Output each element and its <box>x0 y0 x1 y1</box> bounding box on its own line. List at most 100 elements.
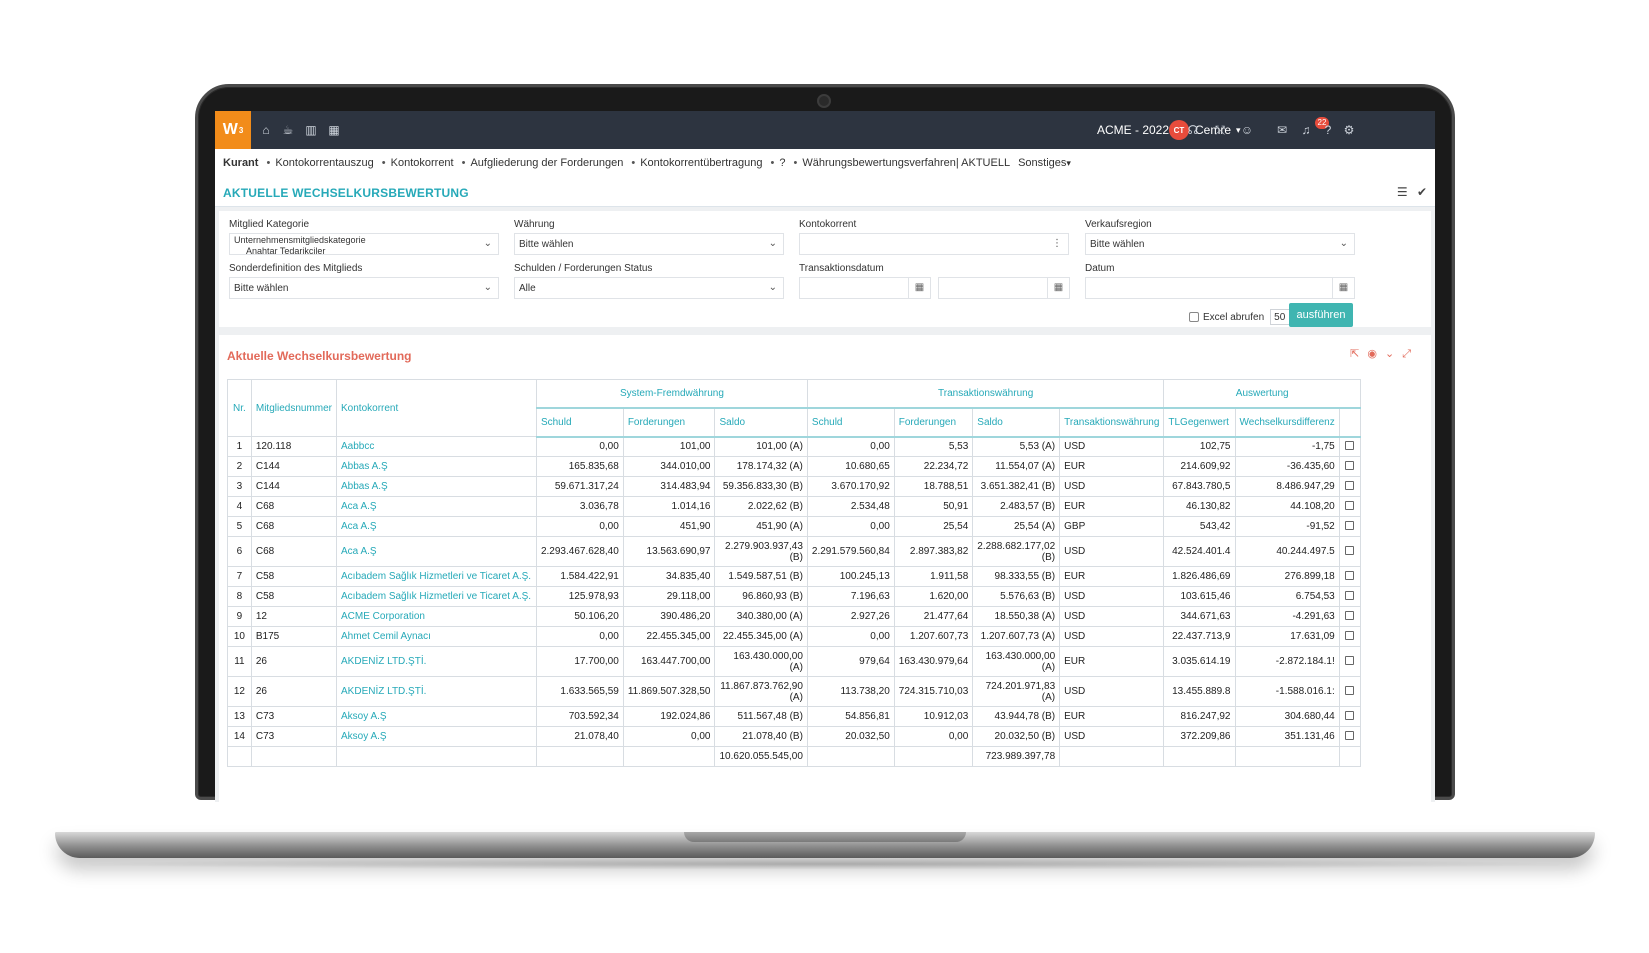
table-row[interactable]: 6 C68 Aca A.Ş 2.293.467.628,40 13.563.690,97… <box>227 536 1362 567</box>
table-row[interactable]: 10.620.055.545,00 723.989.397,78 <box>227 746 1362 767</box>
smiley-icon[interactable]: ☺ <box>1240 123 1254 137</box>
bar-chart-icon[interactable]: ▥ <box>304 123 318 137</box>
member-category-select[interactable]: Unternehmensmitgliedskategorie Anahtar T… <box>229 233 499 255</box>
row-checkbox[interactable] <box>1345 500 1355 510</box>
home-icon[interactable]: ⌂ <box>259 123 273 137</box>
run-button[interactable]: ausführen <box>1289 303 1353 327</box>
breadcrumb-item-kontokorrent[interactable]: Kontokorrent <box>391 157 454 169</box>
row-checkbox[interactable] <box>1345 480 1355 490</box>
row-checkbox[interactable] <box>1345 590 1355 600</box>
calendar-icon[interactable]: ▦ <box>327 123 341 137</box>
table-row[interactable]: 2 C144 Abbas A.Ş 165.835,68 344.010,00 178.17… <box>227 456 1362 477</box>
cell-account[interactable]: Abbas A.Ş <box>336 456 537 477</box>
col-tr-debt[interactable]: Schuld <box>806 407 895 438</box>
table-row[interactable]: 7 C58 Acıbadem Sağlık Hizmetleri ve Ticare… <box>227 566 1362 587</box>
transaction-date-from[interactable]: ▦ <box>799 277 931 299</box>
transaction-date-to[interactable]: ▦ <box>938 277 1070 299</box>
debt-status-select[interactable]: Alle ⌄ <box>514 277 784 299</box>
row-checkbox[interactable] <box>1345 570 1355 580</box>
row-checkbox[interactable] <box>1345 655 1355 665</box>
row-checkbox[interactable] <box>1345 460 1355 470</box>
headset-icon[interactable]: ☊ <box>1186 123 1200 137</box>
col-account[interactable]: Kontokorrent <box>336 379 537 437</box>
chat-icon[interactable]: ✉ <box>1275 123 1289 137</box>
col-tl-value[interactable]: TLGegenwert <box>1163 407 1236 438</box>
col-tr-credit[interactable]: Forderungen <box>893 407 974 438</box>
breadcrumb-item-kontokorrentauszug[interactable]: Kontokorrentauszug <box>275 157 373 169</box>
excel-checkbox[interactable] <box>1189 312 1199 322</box>
bell-icon[interactable]: ♫ <box>1299 123 1313 137</box>
table-row[interactable]: 10 B175 Ahmet Cemil Aynacı 0,00 22.455.345,0… <box>227 626 1362 647</box>
table-row[interactable]: 4 C68 Aca A.Ş 3.036,78 1.014,16 2.022,62 (B) 2… <box>227 496 1362 517</box>
table-row[interactable]: 3 C144 Abbas A.Ş 59.671.317,24 314.483,94 59.… <box>227 476 1362 497</box>
coffee-icon[interactable]: ☕ <box>281 123 295 137</box>
row-checkbox[interactable] <box>1345 610 1355 620</box>
table-row[interactable]: 14 C73 Aksoy A.Ş 21.078,40 0,00 21.078,40 (B)… <box>227 726 1362 747</box>
help-icon[interactable]: ? <box>1321 123 1335 137</box>
breadcrumb-item-aufgliederung[interactable]: Aufgliederung der Forderungen <box>470 157 623 169</box>
cell-account[interactable]: ACME Corporation <box>336 606 537 627</box>
cell-account[interactable]: Aabbcc <box>336 436 537 457</box>
more-menu[interactable]: Sonstiges▾ <box>1018 157 1071 169</box>
member-special-label: Sonderdefinition des Mitglieds <box>229 263 363 274</box>
col-sys-credit[interactable]: Forderungen <box>622 407 716 438</box>
cell-account[interactable]: Acıbadem Sağlık Hizmetleri ve Ticaret A.… <box>336 586 537 607</box>
check-icon[interactable]: ✔ <box>1417 185 1427 199</box>
breadcrumb-item-help[interactable]: ? <box>779 157 785 169</box>
cell-account[interactable]: Ahmet Cemil Aynacı <box>336 626 537 647</box>
cell-account[interactable]: Aksoy A.Ş <box>336 706 537 727</box>
member-special-select[interactable]: Bitte wählen ⌄ <box>229 277 499 299</box>
col-member-no[interactable]: Mitgliedsnummer <box>250 379 338 437</box>
gear-icon[interactable]: ⚙ <box>1342 123 1356 137</box>
col-tr-currency[interactable]: Transaktionswährung <box>1059 407 1165 438</box>
calendar-icon[interactable]: ▦ <box>1047 278 1069 298</box>
cell-account[interactable]: Aca A.Ş <box>336 536 537 567</box>
account-input[interactable]: ⋮ <box>799 233 1069 255</box>
table-row[interactable]: 8 C58 Acıbadem Sağlık Hizmetleri ve Ticare… <box>227 586 1362 607</box>
calendar-icon[interactable]: ▦ <box>1332 278 1354 298</box>
col-nr[interactable]: Nr. <box>227 379 252 437</box>
breadcrumb-item-uebertragung[interactable]: Kontokorrentübertragung <box>640 157 762 169</box>
row-checkbox[interactable] <box>1345 685 1355 695</box>
date-input[interactable]: ▦ <box>1085 277 1355 299</box>
table-row[interactable]: 11 26 AKDENİZ LTD.ŞTİ. 17.700,00 163.447.700… <box>227 646 1362 677</box>
col-tr-balance[interactable]: Saldo <box>972 407 1061 438</box>
kebab-menu-icon[interactable]: ⋮ <box>1052 238 1062 249</box>
cell-account[interactable]: Aksoy A.Ş <box>336 726 537 747</box>
row-checkbox[interactable] <box>1345 630 1355 640</box>
table-row[interactable]: 1 120.118 Aabbcc 0,00 101,00 101,00 (A) 0,00 5,… <box>227 436 1362 457</box>
cell-member: B175 <box>250 626 338 647</box>
table-row[interactable]: 12 26 AKDENİZ LTD.ŞTİ. 1.633.565,59 11.869.5… <box>227 676 1362 707</box>
cell-account[interactable]: AKDENİZ LTD.ŞTİ. <box>336 646 537 677</box>
chevron-down-icon[interactable]: ⌄ <box>1385 348 1402 360</box>
cell-account[interactable]: Aca A.Ş <box>336 516 537 537</box>
row-checkbox[interactable] <box>1345 545 1355 555</box>
row-checkbox[interactable] <box>1345 440 1355 450</box>
table-row[interactable]: 9 12 ACME Corporation 50.106,20 390.486,20 34… <box>227 606 1362 627</box>
row-checkbox[interactable] <box>1345 730 1355 740</box>
list-icon[interactable]: ☰ <box>1397 185 1408 199</box>
region-select[interactable]: Bitte wählen ⌄ <box>1085 233 1355 255</box>
currency-select[interactable]: Bitte wählen ⌄ <box>514 233 784 255</box>
calendar-icon[interactable]: ▦ <box>908 278 930 298</box>
cell-account[interactable]: Aca A.Ş <box>336 496 537 517</box>
expand-icon[interactable]: ⤢ <box>1402 348 1419 360</box>
row-checkbox[interactable] <box>1345 710 1355 720</box>
cell-account[interactable]: AKDENİZ LTD.ŞTİ. <box>336 676 537 707</box>
row-checkbox[interactable] <box>1345 520 1355 530</box>
export-icon[interactable]: ⇱ <box>1350 348 1367 360</box>
col-sys-balance[interactable]: Saldo <box>714 407 808 438</box>
breadcrumb-item-kurant[interactable]: Kurant <box>223 157 258 169</box>
company-selector[interactable]: ACME - 2022 <box>1097 111 1169 149</box>
app-logo[interactable]: W3 <box>215 111 251 149</box>
share-icon[interactable]: ⤲ <box>1213 123 1227 137</box>
cell-account[interactable] <box>336 746 537 767</box>
col-fx-diff[interactable]: Wechselkursdifferenz <box>1234 407 1340 438</box>
cell-account[interactable]: Acıbadem Sağlık Hizmetleri ve Ticaret A.… <box>336 566 537 587</box>
cell-account[interactable]: Abbas A.Ş <box>336 476 537 497</box>
table-row[interactable]: 5 C68 Aca A.Ş 0,00 451,90 451,90 (A) 0,00 25,54… <box>227 516 1362 537</box>
table-row[interactable]: 13 C73 Aksoy A.Ş 703.592,34 192.024,86 511.56… <box>227 706 1362 727</box>
col-sys-debt[interactable]: Schuld <box>535 407 624 438</box>
breadcrumb-item-current[interactable]: Währungsbewertungsverfahren| AKTUELL <box>802 157 1010 169</box>
eye-icon[interactable]: ◉ <box>1367 348 1385 360</box>
